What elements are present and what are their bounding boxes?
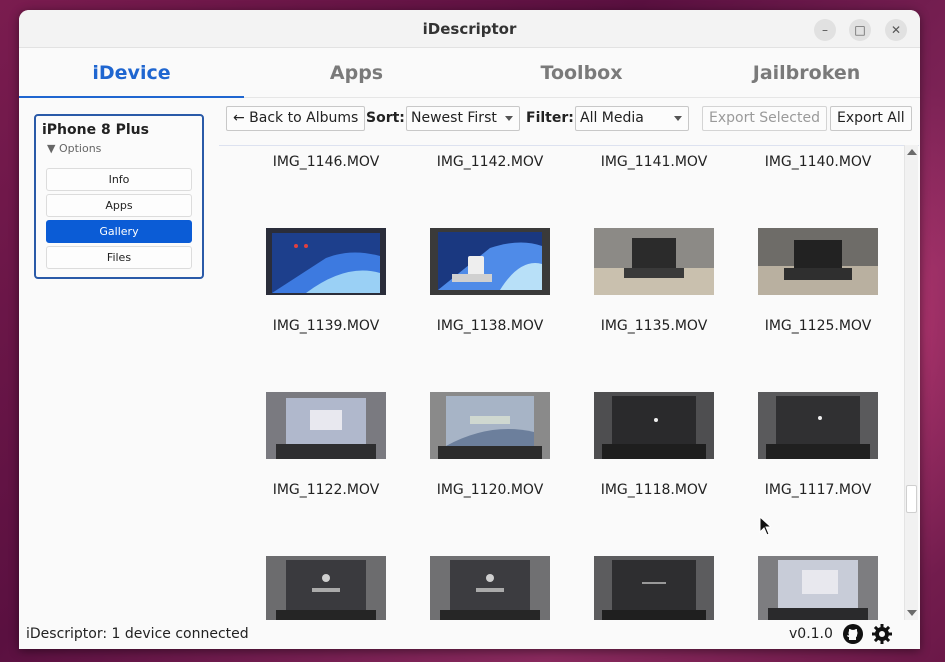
gear-icon[interactable] [871,623,893,645]
tab-apps[interactable]: Apps [244,48,469,98]
media-item[interactable]: IMG_1117.MOV [736,482,900,502]
media-filename: IMG_1120.MOV [436,482,544,498]
media-item[interactable]: IMG_1138.MOV [408,318,572,338]
media-filename: IMG_1117.MOV [764,482,872,498]
media-filename: IMG_1122.MOV [272,482,380,498]
filter-value: All Media [580,110,644,126]
close-button[interactable]: ✕ [885,19,907,41]
back-to-albums-button[interactable]: ← Back to Albums [226,106,366,131]
filter-label: Filter: [526,110,574,126]
options-toggle[interactable]: ▼ Options [47,142,101,155]
video-thumbnail[interactable] [430,392,550,459]
maximize-button[interactable]: □ [849,19,871,41]
device-name: iPhone 8 Plus [42,122,149,138]
media-item[interactable]: IMG_1142.MOV [408,154,572,174]
sidebar-item-files[interactable]: Files [46,246,192,269]
video-thumbnail[interactable] [594,556,714,620]
scroll-down-icon[interactable] [907,610,917,616]
video-thumbnail[interactable] [594,228,714,295]
sidebar-item-gallery[interactable]: Gallery [46,220,192,243]
video-thumbnail[interactable] [266,556,386,620]
video-thumbnail[interactable] [758,556,878,620]
connection-status: iDescriptor: 1 device connected [26,626,249,642]
video-thumbnail[interactable] [430,228,550,295]
github-icon[interactable] [842,623,864,645]
media-filename: IMG_1118.MOV [600,482,708,498]
scroll-up-icon[interactable] [907,149,917,155]
version-label: v0.1.0 [789,626,833,642]
media-item[interactable]: IMG_1135.MOV [572,318,736,338]
filter-select[interactable]: All Media [575,106,689,131]
mouse-pointer-icon [759,515,773,536]
status-bar: iDescriptor: 1 device connected v0.1.0 [19,622,920,649]
video-thumbnail[interactable] [594,392,714,459]
gallery-scrollbar[interactable] [904,145,918,620]
sidebar-item-apps[interactable]: Apps [46,194,192,217]
media-filename: IMG_1141.MOV [600,154,708,170]
app-window: iDescriptor – □ ✕ iDevice Apps Toolbox J… [19,10,920,649]
window-title: iDescriptor [422,20,517,38]
media-filename: IMG_1139.MOV [272,318,380,334]
gallery-toolbar: ← Back to Albums Sort: Newest First Filt… [226,105,916,135]
sort-label: Sort: [366,110,405,126]
media-filename: IMG_1146.MOV [272,154,380,170]
chevron-down-icon [674,116,682,121]
export-selected-button[interactable]: Export Selected [702,106,827,131]
tab-jailbroken[interactable]: Jailbroken [694,48,919,98]
device-sidebar: iPhone 8 Plus ▼ Options Info Apps Galler… [34,114,204,279]
minimize-button[interactable]: – [814,19,836,41]
media-filename: IMG_1140.MOV [764,154,872,170]
media-gallery: IMG_1146.MOV IMG_1142.MOV IMG_1141.MOV I… [219,146,904,620]
export-all-button[interactable]: Export All [830,106,912,131]
media-filename: IMG_1125.MOV [764,318,872,334]
video-thumbnail[interactable] [430,556,550,620]
media-item[interactable]: IMG_1140.MOV [736,154,900,174]
video-thumbnail[interactable] [266,228,386,295]
media-filename: IMG_1135.MOV [600,318,708,334]
media-item[interactable]: IMG_1122.MOV [244,482,408,502]
video-thumbnail[interactable] [758,392,878,459]
sort-select[interactable]: Newest First [406,106,520,131]
media-item[interactable]: IMG_1139.MOV [244,318,408,338]
media-item[interactable]: IMG_1125.MOV [736,318,900,338]
scrollbar-thumb[interactable] [906,485,917,513]
media-filename: IMG_1142.MOV [436,154,544,170]
sidebar-item-info[interactable]: Info [46,168,192,191]
media-filename: IMG_1138.MOV [436,318,544,334]
tab-idevice[interactable]: iDevice [19,48,244,98]
video-thumbnail[interactable] [266,392,386,459]
video-thumbnail[interactable] [758,228,878,295]
chevron-down-icon [505,116,513,121]
main-tabs: iDevice Apps Toolbox Jailbroken [19,48,920,98]
media-item[interactable]: IMG_1146.MOV [244,154,408,174]
tab-toolbox[interactable]: Toolbox [469,48,694,98]
media-item[interactable]: IMG_1118.MOV [572,482,736,502]
media-item[interactable]: IMG_1120.MOV [408,482,572,502]
media-item[interactable]: IMG_1141.MOV [572,154,736,174]
sort-value: Newest First [411,110,497,126]
titlebar: iDescriptor – □ ✕ [19,10,920,48]
